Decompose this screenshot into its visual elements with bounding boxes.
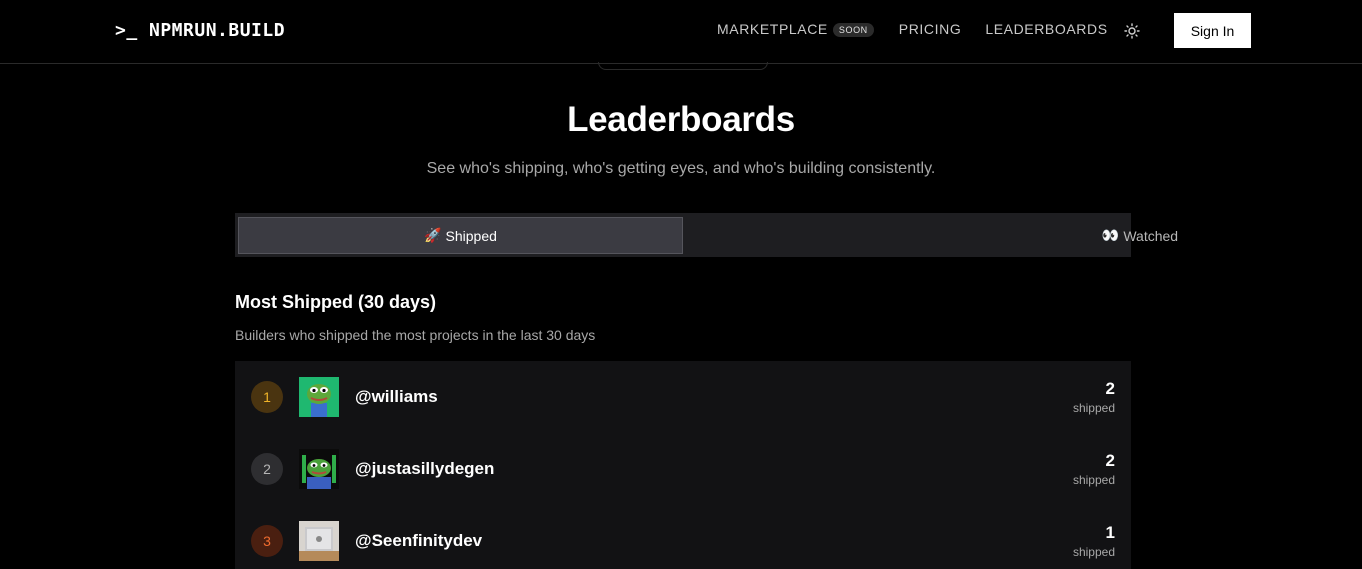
- leaderboard-list: 1 @williams 2 shipped 2 @justasillydegen…: [235, 361, 1131, 569]
- leaderboard-row[interactable]: 3 @Seenfinitydev 1 shipped: [235, 505, 1131, 569]
- site-logo[interactable]: >_ NPMRUN.BUILD: [115, 20, 285, 41]
- soon-badge: SOON: [832, 23, 874, 38]
- nav-link-pricing[interactable]: PRICING: [899, 21, 962, 37]
- laptop-avatar-icon: [299, 521, 339, 561]
- pepe-mech-avatar-icon: [299, 449, 339, 489]
- section-title: Most Shipped (30 days): [235, 292, 437, 312]
- shipped-label: shipped: [1072, 473, 1115, 487]
- username[interactable]: @Seenfinitydev: [355, 531, 482, 551]
- rocket-icon: 🚀: [424, 227, 442, 243]
- section-subtitle: Builders who shipped the most projects i…: [235, 327, 596, 343]
- avatar[interactable]: [299, 521, 339, 561]
- shipped-count: 2: [1105, 451, 1115, 470]
- shipped-count: 2: [1105, 379, 1115, 398]
- tab-watched-label: Watched: [1123, 227, 1179, 244]
- nav-link-leaderboards[interactable]: LEADERBOARDS: [985, 21, 1107, 37]
- shipped-label: shipped: [1072, 401, 1115, 415]
- nav-link-marketplace[interactable]: MARKETPLACE SOON: [717, 21, 874, 38]
- top-navbar: >_ NPMRUN.BUILD MARKETPLACE SOON PRICING …: [0, 0, 1362, 64]
- eyes-icon: 👀: [1101, 227, 1120, 243]
- nav-links: MARKETPLACE SOON PRICING LEADERBOARDS: [717, 21, 1108, 38]
- username[interactable]: @justasillydegen: [355, 459, 494, 479]
- page-title: Leaderboards: [567, 100, 795, 139]
- pepe-avatar-icon: [299, 377, 339, 417]
- tab-shipped[interactable]: 🚀 Shipped: [238, 217, 683, 254]
- nav-link-marketplace-label: MARKETPLACE: [717, 21, 828, 37]
- shipped-label: shipped: [1072, 545, 1115, 559]
- rank-badge: 2: [251, 453, 283, 485]
- sign-in-button[interactable]: Sign In: [1174, 13, 1251, 48]
- leaderboard-tabs: 🚀 Shipped 👀 Watched: [235, 213, 1178, 257]
- decorative-fragment: [598, 62, 768, 70]
- tab-shipped-label: Shipped: [445, 227, 497, 244]
- rank-badge: 3: [251, 525, 283, 557]
- leaderboard-row[interactable]: 2 @justasillydegen 2 shipped: [235, 433, 1131, 505]
- page-subtitle: See who's shipping, who's getting eyes, …: [426, 160, 936, 177]
- avatar[interactable]: [299, 449, 339, 489]
- shipped-count: 1: [1105, 523, 1115, 542]
- tab-watched[interactable]: 👀 Watched: [918, 217, 1362, 254]
- avatar[interactable]: [299, 377, 339, 417]
- username[interactable]: @williams: [355, 387, 438, 407]
- leaderboard-row[interactable]: 1 @williams 2 shipped: [235, 361, 1131, 433]
- sun-icon: [1124, 23, 1140, 39]
- rank-badge: 1: [251, 381, 283, 413]
- theme-toggle-button[interactable]: [1122, 21, 1142, 41]
